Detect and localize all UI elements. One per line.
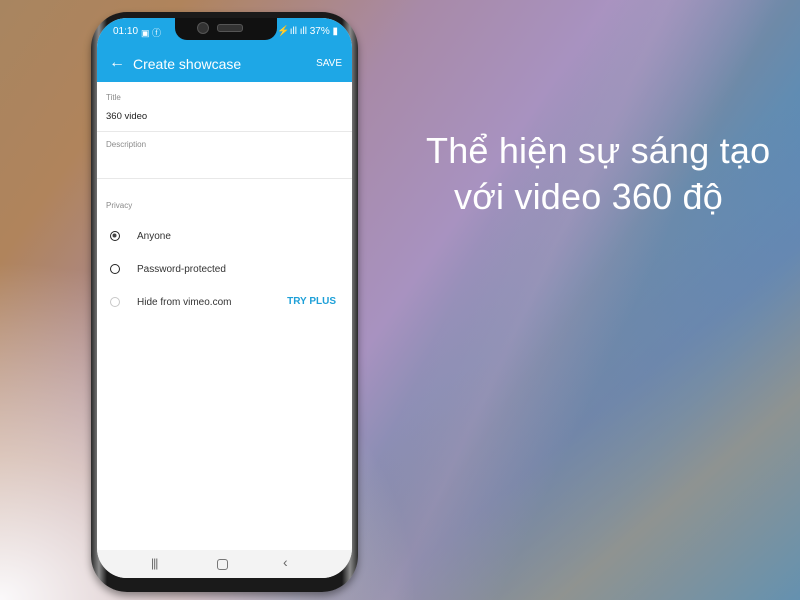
phone-screen: 01:10 ▣ ⓕ ⚡ıll ıll 37% ▮ ← Create showca…	[97, 18, 352, 578]
privacy-option-anyone[interactable]: Anyone	[97, 226, 352, 250]
radio-unchecked-icon[interactable]	[110, 264, 120, 274]
status-time: 01:10	[113, 26, 139, 37]
home-icon[interactable]	[217, 559, 228, 570]
app-bar: ← Create showcase SAVE	[97, 46, 352, 82]
option-label: Hide from vimeo.com	[137, 297, 232, 308]
title-input[interactable]: 360 video	[106, 111, 147, 122]
description-label: Description	[106, 140, 147, 149]
privacy-option-password[interactable]: Password-protected	[97, 259, 352, 283]
try-plus-link[interactable]: TRY PLUS	[287, 296, 336, 307]
back-arrow-icon[interactable]: ←	[109, 54, 125, 72]
title-label: Title	[106, 93, 121, 102]
camera-icon	[197, 22, 209, 34]
page-title: Create showcase	[133, 56, 242, 72]
title-field[interactable]: Title 360 video	[97, 82, 352, 132]
radio-disabled-icon	[110, 297, 120, 307]
privacy-label: Privacy	[106, 201, 133, 210]
description-field[interactable]: Description	[97, 132, 352, 179]
signal-battery-icons: ⚡ıll ıll 37% ▮	[277, 26, 338, 37]
headline-line-1: Thể hiện sự sáng tạo	[426, 130, 771, 171]
privacy-option-hide: Hide from vimeo.com TRY PLUS	[97, 292, 352, 316]
speaker-icon	[217, 24, 243, 32]
recents-icon[interactable]: |||	[151, 556, 158, 570]
phone-frame: 01:10 ▣ ⓕ ⚡ıll ıll 37% ▮ ← Create showca…	[91, 12, 358, 592]
promo-headline: Thể hiện sự sáng tạo với video 360 độ	[426, 128, 770, 220]
save-button[interactable]: SAVE	[316, 58, 342, 69]
headline-line-2: với video 360 độ	[454, 176, 723, 217]
radio-checked-icon[interactable]	[110, 231, 120, 241]
status-bar: 01:10 ▣ ⓕ ⚡ıll ıll 37% ▮	[97, 18, 352, 46]
camera-notch	[175, 18, 277, 40]
option-label: Anyone	[137, 231, 171, 242]
system-nav-bar: ||| ‹	[97, 550, 352, 578]
option-label: Password-protected	[137, 264, 226, 275]
notification-icons: ▣ ⓕ	[141, 28, 162, 38]
nav-back-icon[interactable]: ‹	[283, 554, 288, 570]
